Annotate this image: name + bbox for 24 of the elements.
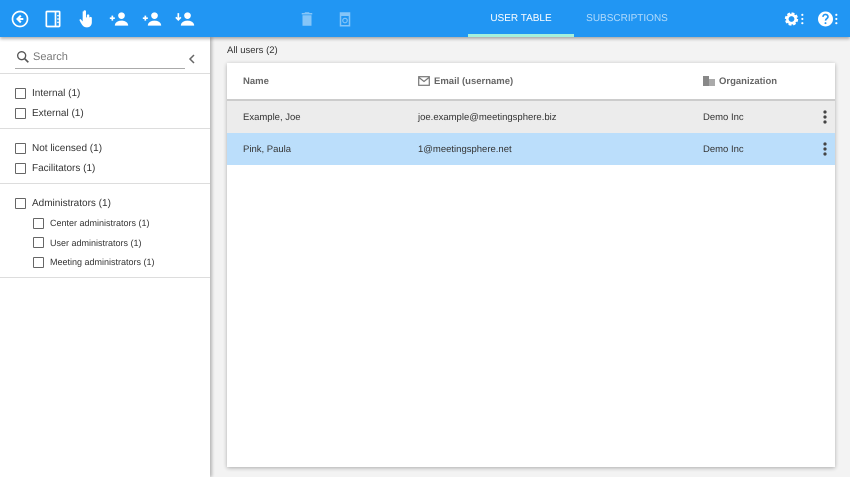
table-cell-text: joe.example@meetingsphere.biz	[418, 112, 558, 122]
table-cell-text: 1@meetingsphere.net	[418, 144, 513, 154]
filter-checkbox[interactable]: Internal (1)	[0, 84, 210, 104]
column-header[interactable]: Name	[227, 76, 418, 86]
chevron-left-icon	[188, 54, 196, 64]
filter-checkbox[interactable]: User administrators (1)	[0, 233, 210, 252]
search-icon	[15, 49, 31, 65]
column-header[interactable]: Email (username)	[418, 76, 703, 86]
more-button[interactable]	[821, 140, 829, 158]
table-title: All users (2)	[227, 45, 279, 56]
filter-checkbox[interactable]: Center administrators (1)	[0, 214, 210, 233]
filter-checkbox[interactable]: Meeting administrators (1)	[0, 252, 210, 272]
filter-checkbox[interactable]: Facilitators (1)	[0, 158, 210, 178]
building-icon	[703, 76, 715, 86]
filter-checkbox[interactable]: External (1)	[0, 104, 210, 123]
filter-checkbox[interactable]: Administrators (1)	[0, 194, 210, 214]
table-cell-text: Demo Inc	[703, 112, 745, 122]
table-cell-text: Pink, Paula	[242, 144, 292, 154]
mail-icon	[418, 76, 430, 86]
table-cell-text: Example, Joe	[242, 112, 302, 122]
more-button[interactable]	[821, 108, 829, 126]
filter-checkbox[interactable]: Not licensed (1)	[0, 139, 210, 158]
column-header[interactable]: Organization	[703, 76, 803, 86]
table-cell-text: Demo Inc	[703, 144, 745, 154]
